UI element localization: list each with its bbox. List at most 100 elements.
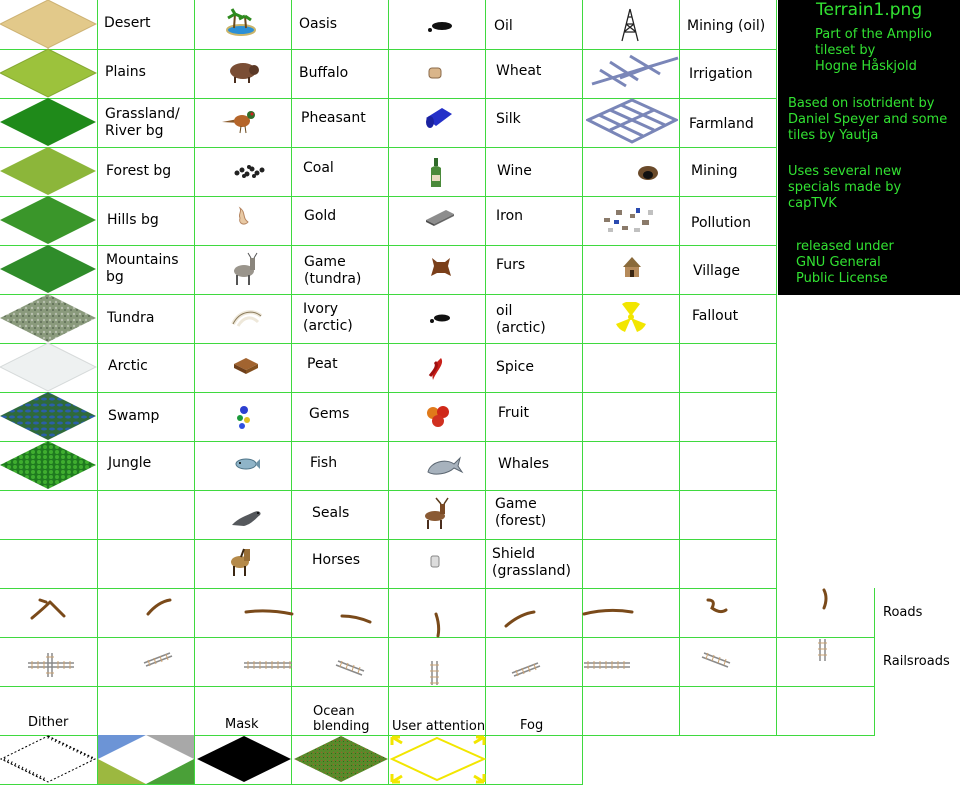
info-panel: Terrain1.png Part of the Amplio tileset … [778,0,960,295]
dither-tile [0,735,97,783]
cliff-tile [98,735,194,784]
arctic-tile [0,342,97,392]
terrain-label-desert: Desert [104,15,151,31]
special-label-spice: Spice [496,359,534,375]
special-label-coal: Coal [303,160,334,176]
wine-icon [431,158,441,187]
special-label-ivory: Ivory (arctic) [303,301,353,334]
roads-label: Roads [883,605,923,620]
gold-icon [238,206,249,225]
special-label-fruit: Fruit [498,405,530,421]
road-tile-8 [706,598,728,614]
road-tile-4 [340,614,372,624]
special-label-oil: Oil [494,18,513,34]
info-license: released under GNU General Public Licens… [796,239,894,286]
infra-label-pollution: Pollution [691,215,751,231]
terrain-label-hills: Hills bg [107,212,159,228]
village-icon [623,257,641,277]
special-label-game-tundra: Game (tundra) [304,254,362,287]
grassland-tile [0,98,96,146]
desert-tile [0,0,97,49]
ocean-blending-label: Ocean blending [313,704,370,734]
fish-icon [235,458,260,470]
special-label-wheat: Wheat [496,63,542,79]
silk-icon [426,108,452,128]
grid-line [388,0,389,589]
fallout-icon [616,302,646,332]
road-tile-5 [434,612,441,638]
mountains-bg-tile [0,245,96,293]
forest-bg-tile [0,147,96,195]
swamp-tile [0,392,96,440]
special-label-silk: Silk [496,111,521,127]
terrain-label-forest: Forest bg [106,163,172,179]
road-tile-7 [582,608,634,616]
infra-label-farmland: Farmland [689,116,754,132]
terrain-label-grassland: Grassland/ River bg [105,106,180,139]
info-credit: Part of the Amplio tileset by Hogne Håsk… [815,27,932,74]
special-label-pheasant: Pheasant [301,110,366,126]
railroads-row [28,639,827,685]
terrain-label-jungle: Jungle [108,455,152,471]
road-tile-6 [504,610,536,628]
info-specials: Uses several new specials made by capTVK [788,164,902,211]
rail-tile-9 [819,639,826,661]
oil-icon [428,22,452,32]
infra-label-village: Village [693,263,741,279]
mask-tile [197,736,291,782]
plains-tile [0,48,97,98]
spice-icon [428,358,443,380]
special-label-gold: Gold [304,208,337,224]
whales-icon [427,456,464,475]
special-label-oil-arctic: oil (arctic) [496,303,546,336]
road-tile-3 [244,609,294,616]
fog-label: Fog [520,718,544,733]
user-attention-tile [389,735,487,784]
jungle-tile [0,441,96,489]
info-title: Terrain1.png [816,0,923,20]
info-based-on: Based on isotrident by Daniel Speyer and… [788,96,948,143]
seals-icon [232,511,261,526]
special-label-furs: Furs [496,257,526,273]
terrain-tiles [0,0,97,489]
terrain-label-plains: Plains [105,64,146,80]
wheat-icon [428,67,442,79]
rail-tile-7 [584,662,630,668]
shield-grassland-icon [430,555,440,568]
terrain-label-arctic: Arctic [108,358,148,374]
terrain-label-mountains: Mountains bg [106,252,179,285]
game-tundra-icon [234,252,258,285]
oasis-icon [226,8,256,36]
peat-icon [234,358,258,374]
special-label-shield: Shield (grassland) [492,546,571,579]
grid-line [776,0,777,589]
grid-line [291,0,292,589]
mining-icon [638,166,658,180]
grid-line [582,735,583,785]
game-forest-icon [425,497,449,529]
special-label-wine: Wine [497,163,532,179]
special-label-oasis: Oasis [299,16,338,32]
tundra-tile [0,294,96,342]
special-label-fish: Fish [310,455,338,471]
railroads-label: Railsroads [883,654,950,669]
coal-icon [234,165,265,178]
special-label-gems: Gems [309,406,350,422]
ivory-icon [231,310,263,327]
infra-label-mining-oil: Mining (oil) [687,18,766,34]
grid-line [582,0,583,589]
grid-line [485,0,486,589]
terrain-label-swamp: Swamp [108,408,160,424]
special-label-whales: Whales [498,456,550,472]
mask-label: Mask [225,717,259,732]
special-label-horses: Horses [312,552,361,568]
special-label-game-forest: Game (forest) [495,496,547,529]
special-label-buffalo: Buffalo [299,65,349,81]
fruit-icon [427,406,449,427]
bottom-tiles [0,735,487,784]
infra-label-irrigation: Irrigation [689,66,753,82]
hills-bg-tile [0,196,96,244]
road-tile-1 [30,598,66,620]
infra-label-fallout: Fallout [692,308,739,324]
dither-label: Dither [28,715,69,730]
